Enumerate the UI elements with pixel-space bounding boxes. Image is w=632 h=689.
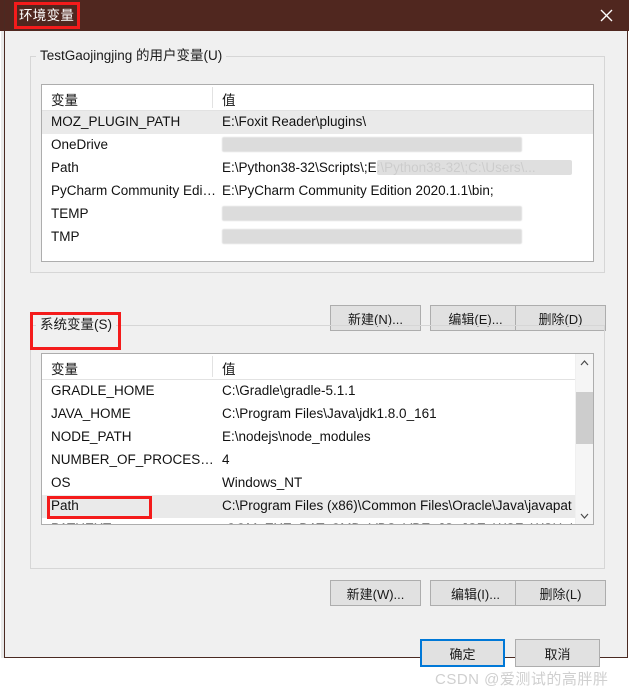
system-column-header-name[interactable]: 变量 [51,358,78,378]
table-row[interactable]: PATHEXT .COM;.EXE;.BAT;.CMD;.VBS;.VBE;.JS… [42,518,593,524]
variable-value-cell: Windows_NT [222,475,303,490]
system-list-body: GRADLE_HOME C:\Gradle\gradle-5.1.1 JAVA_HO… [42,380,593,524]
variable-name-cell: Path [51,160,79,175]
csdn-watermark: CSDN @爱测试的高胖胖 [435,671,609,688]
variable-name-cell: PATHEXT [51,521,217,524]
system-list-scrollbar[interactable] [575,354,593,524]
system-delete-button[interactable]: 删除(L) [515,580,606,606]
variable-value-cell [222,206,522,221]
user-list-header: 变量 值 [42,85,593,111]
cancel-button[interactable]: 取消 [515,639,600,667]
system-column-header-value[interactable]: 值 [222,358,236,378]
variable-name-cell: GRADLE_HOME [51,383,155,398]
table-row[interactable]: TEMP [42,203,593,226]
variable-name-cell: NUMBER_OF_PROCESSORS [51,452,217,467]
table-row[interactable]: TMP [42,226,593,249]
table-row[interactable]: MOZ_PLUGIN_PATH E:\Foxit Reader\plugins\ [42,111,593,134]
table-row[interactable]: NODE_PATH E:\nodejs\node_modules [42,426,593,449]
system-variables-legend: 系统变量(S) [36,317,116,333]
variable-name-cell: MOZ_PLUGIN_PATH [51,114,181,129]
variable-value-cell: C:\Program Files (x86)\Common Files\Orac… [222,498,572,513]
variable-name-cell: Path [51,498,79,513]
system-list-header: 变量 值 [42,354,593,380]
system-variables-list[interactable]: 变量 值 GRADLE_HOME C:\Gradle\gradle-5.1.1 JA… [41,353,594,525]
variable-value-cell [222,137,522,152]
variable-value-cell: .COM;.EXE;.BAT;.CMD;.VBS;.VBE;.JS;.JSE;.… [222,521,572,524]
dialog-title: 环境变量 [19,8,75,23]
dialog-client-area: TestGaojingjing 的用户变量(U) 变量 值 MOZ_PLUGIN… [5,31,627,688]
table-row[interactable]: NUMBER_OF_PROCESSORS 4 [42,449,593,472]
environment-variables-dialog: 环境变量 TestGaojingjing 的用户变量(U) 变量 值 MOZ_P… [4,0,629,688]
user-column-header-value[interactable]: 值 [222,89,236,109]
system-column-divider [212,356,213,377]
user-column-header-name[interactable]: 变量 [51,89,78,109]
variable-value-cell: E:\Python38-32\Scripts\;E:\Python38-32\;… [222,160,572,175]
variable-value-cell [222,229,522,244]
chevron-up-icon[interactable] [576,354,593,371]
variable-name-cell: PyCharm Community Editi... [51,183,217,198]
variable-value-cell: E:\nodejs\node_modules [222,429,371,444]
close-icon[interactable] [583,0,629,31]
variable-value-cell: C:\Program Files\Java\jdk1.8.0_161 [222,406,437,421]
table-row[interactable]: JAVA_HOME C:\Program Files\Java\jdk1.8.0_… [42,403,593,426]
title-bar: 环境变量 [5,0,629,31]
variable-value-cell: E:\PyCharm Community Edition 2020.1.1\bi… [222,183,494,198]
table-row[interactable]: OS Windows_NT [42,472,593,495]
ok-button[interactable]: 确定 [420,639,505,667]
variable-name-cell: OneDrive [51,137,109,152]
variable-name-cell: JAVA_HOME [51,406,131,421]
variable-name-cell: TEMP [51,206,89,221]
variable-value-cell: 4 [222,452,230,467]
user-variables-list[interactable]: 变量 值 MOZ_PLUGIN_PATH E:\Foxit Reader\plug… [41,84,594,262]
system-new-button[interactable]: 新建(W)... [330,580,421,606]
table-row[interactable]: Path C:\Program Files (x86)\Common Files\… [42,495,593,519]
variable-name-cell: NODE_PATH [51,429,132,444]
user-variables-legend: TestGaojingjing 的用户变量(U) [36,48,227,64]
user-column-divider [212,87,213,108]
table-row[interactable]: OneDrive [42,134,593,157]
table-row[interactable]: Path E:\Python38-32\Scripts\;E:\Python38-… [42,157,593,180]
user-list-body: MOZ_PLUGIN_PATH E:\Foxit Reader\plugins\ O… [42,111,593,249]
chevron-down-icon[interactable] [576,507,593,524]
scrollbar-thumb[interactable] [576,392,593,444]
table-row[interactable]: GRADLE_HOME C:\Gradle\gradle-5.1.1 [42,380,593,403]
system-edit-button[interactable]: 编辑(I)... [430,580,521,606]
variable-value-cell: E:\Foxit Reader\plugins\ [222,114,367,129]
variable-name-cell: TMP [51,229,80,244]
variable-name-cell: OS [51,475,71,490]
table-row[interactable]: PyCharm Community Editi... E:\PyCharm Com… [42,180,593,203]
variable-value-cell: C:\Gradle\gradle-5.1.1 [222,383,356,398]
